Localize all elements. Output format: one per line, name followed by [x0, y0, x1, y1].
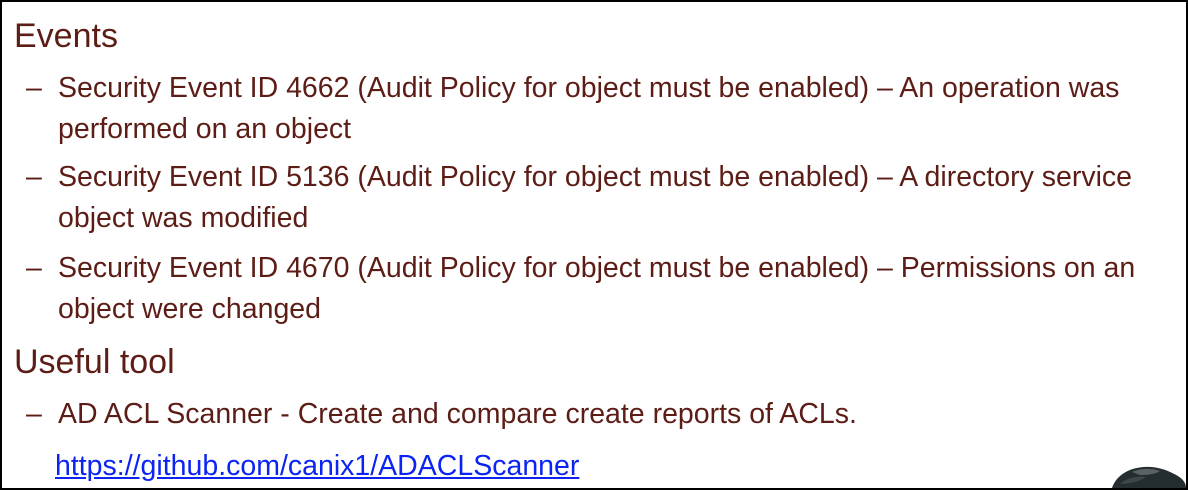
- events-heading: Events: [14, 17, 118, 55]
- tool-item-text: AD ACL Scanner - Create and compare crea…: [58, 398, 857, 430]
- bullet-dash: –: [26, 398, 42, 430]
- event-item-5136: – Security Event ID 5136 (Audit Policy f…: [26, 157, 1176, 239]
- event-item-text: Security Event ID 4662 (Audit Policy for…: [58, 72, 1120, 145]
- corner-photo-fragment: [1112, 466, 1186, 488]
- event-item-text: Security Event ID 4670 (Audit Policy for…: [58, 252, 1136, 325]
- bullet-dash: –: [26, 252, 42, 284]
- event-item-4662: – Security Event ID 4662 (Audit Policy f…: [26, 68, 1176, 150]
- bullet-dash: –: [26, 161, 42, 193]
- useful-tool-heading: Useful tool: [14, 343, 175, 381]
- event-item-text: Security Event ID 5136 (Audit Policy for…: [58, 161, 1133, 234]
- event-item-4670: – Security Event ID 4670 (Audit Policy f…: [26, 248, 1176, 330]
- tool-item-ad-acl-scanner: – AD ACL Scanner - Create and compare cr…: [26, 394, 1176, 435]
- slide: Events – Security Event ID 4662 (Audit P…: [0, 0, 1188, 490]
- bullet-dash: –: [26, 72, 42, 104]
- adaclscanner-link[interactable]: https://github.com/canix1/ADACLScanner: [55, 446, 579, 486]
